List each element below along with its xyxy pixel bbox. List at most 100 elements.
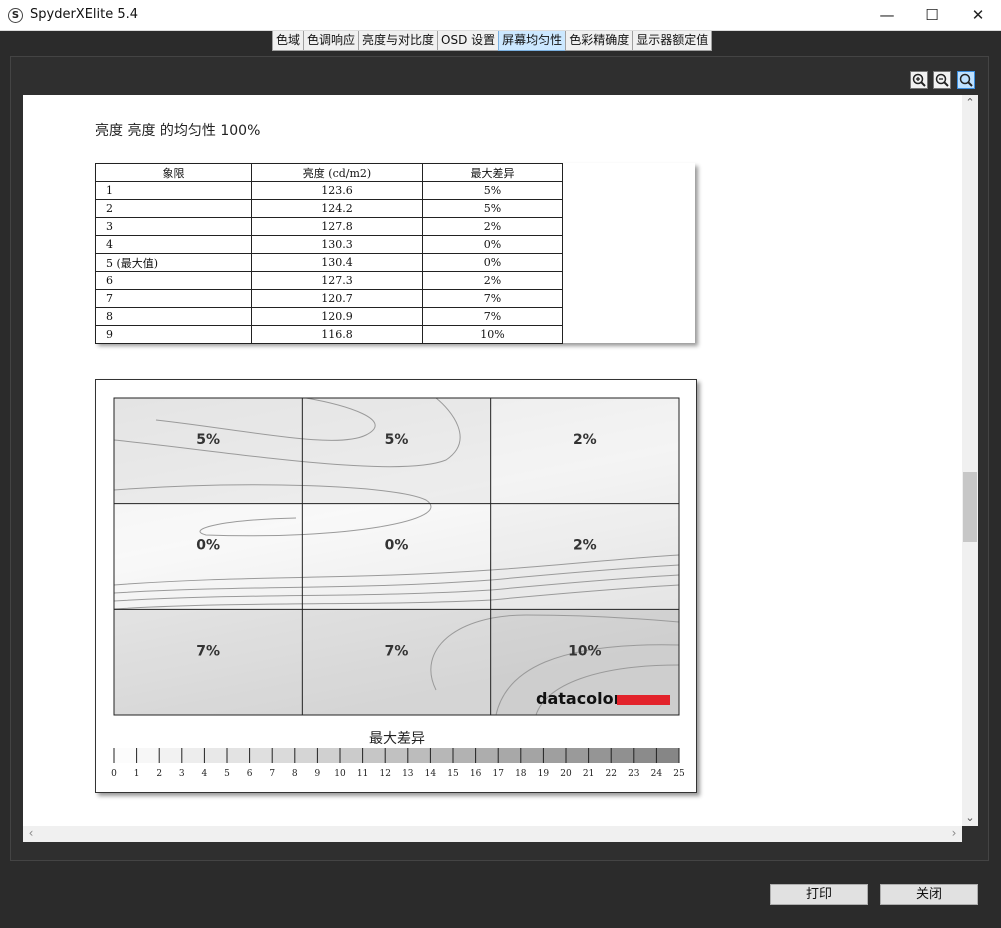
scroll-thumb[interactable] [963, 472, 977, 542]
legend-swatch [633, 748, 657, 763]
tab-screen-uniformity[interactable]: 屏幕均匀性 [498, 31, 567, 51]
cell-max-diff: 5% [422, 181, 563, 200]
tab-bar: 色域 色调响应 亮度与对比度 OSD 设置 屏幕均匀性 色彩精确度 显示器额定值 [272, 31, 713, 51]
uniformity-cell [114, 609, 303, 715]
zoom-fit-icon[interactable] [957, 71, 975, 89]
legend-swatch [227, 748, 250, 763]
legend-tick-label: 0 [111, 769, 117, 779]
legend-swatch [475, 748, 499, 763]
legend-swatch [566, 748, 589, 763]
datacolor-logo-bar [617, 695, 670, 705]
tab-brightness-contrast[interactable]: 亮度与对比度 [358, 31, 439, 51]
legend-tick-label: 5 [224, 769, 230, 779]
cell-luminance: 124.2 [251, 199, 423, 218]
cell-value-label: 10% [568, 643, 602, 659]
zoom-out-icon[interactable] [933, 71, 951, 89]
legend-swatch [181, 748, 205, 763]
vertical-scrollbar[interactable]: ⌃ ⌄ [962, 95, 978, 826]
legend-tick-label: 23 [628, 769, 640, 779]
legend-tick-label: 6 [247, 769, 253, 779]
legend-swatch [453, 748, 476, 763]
legend-swatch [588, 748, 612, 763]
legend-tick-label: 16 [470, 769, 482, 779]
cell-max-diff: 7% [422, 289, 563, 308]
legend-tick-label: 11 [357, 769, 368, 779]
tab-gamut[interactable]: 色域 [272, 31, 305, 51]
legend-swatch [272, 748, 295, 763]
cell-max-diff: 7% [422, 307, 563, 326]
tab-tone-response[interactable]: 色调响应 [303, 31, 360, 51]
legend-swatch [498, 748, 521, 763]
scroll-down-icon[interactable]: ⌄ [962, 810, 978, 826]
table-row: 3 127.8 2% [95, 217, 563, 236]
scroll-right-icon[interactable]: › [946, 826, 962, 842]
cell-quadrant: 4 [95, 235, 252, 254]
cell-value-label: 2% [573, 538, 597, 554]
app-logo-icon: S [8, 8, 23, 23]
cell-max-diff: 0% [422, 253, 563, 272]
horizontal-scrollbar[interactable]: ‹ › [23, 826, 962, 842]
cell-luminance: 130.3 [251, 235, 423, 254]
close-button[interactable]: 关闭 [880, 884, 978, 905]
legend-tick-label: 15 [447, 769, 459, 779]
legend-swatch [430, 748, 453, 763]
cell-quadrant: 8 [95, 307, 252, 326]
table-header-row: 象限 亮度 (cd/m2) 最大差异 [95, 163, 563, 182]
cell-luminance: 130.4 [251, 253, 423, 272]
cell-quadrant: 2 [95, 199, 252, 218]
cell-quadrant: 7 [95, 289, 252, 308]
cell-value-label: 5% [385, 432, 409, 448]
legend-swatch [362, 748, 386, 763]
maximize-button[interactable]: ☐ [909, 0, 955, 31]
legend-swatch [543, 748, 566, 763]
cell-luminance: 120.7 [251, 289, 423, 308]
title-bar: S SpyderXElite 5.4 — ☐ ✕ [0, 0, 1001, 31]
uniformity-cell [302, 609, 491, 715]
cell-max-diff: 5% [422, 199, 563, 218]
tab-color-accuracy[interactable]: 色彩精确度 [565, 31, 634, 51]
close-window-button[interactable]: ✕ [955, 0, 1001, 31]
cell-quadrant: 6 [95, 271, 252, 290]
tab-monitor-rating[interactable]: 显示器额定值 [632, 31, 713, 51]
column-header-quadrant: 象限 [95, 163, 252, 182]
legend-swatch [114, 748, 137, 763]
table-row: 8 120.9 7% [95, 307, 563, 326]
legend-tick-label: 25 [673, 769, 685, 779]
cell-luminance: 120.9 [251, 307, 423, 326]
cell-quadrant: 3 [95, 217, 252, 236]
column-header-max-diff: 最大差异 [422, 163, 563, 182]
uniformity-table-panel: 象限 亮度 (cd/m2) 最大差异 1 123.6 5% 2 124.2 5% 3 127.… [95, 163, 695, 344]
zoom-in-icon[interactable] [910, 71, 928, 89]
print-button[interactable]: 打印 [770, 884, 868, 905]
legend-tick-label: 19 [538, 769, 550, 779]
datacolor-logo: datacolor [536, 689, 622, 708]
legend-tick-label: 4 [202, 769, 208, 779]
legend-swatch [159, 748, 182, 763]
cell-value-label: 7% [385, 643, 409, 659]
cell-luminance: 123.6 [251, 181, 423, 200]
scroll-up-icon[interactable]: ⌃ [962, 95, 978, 111]
legend-swatch [385, 748, 408, 763]
legend-tick-label: 22 [605, 769, 616, 779]
legend-tick-label: 9 [315, 769, 321, 779]
legend-tick-label: 8 [292, 769, 298, 779]
table-row: 4 130.3 0% [95, 235, 563, 254]
legend-tick-label: 14 [425, 769, 437, 779]
cell-max-diff: 2% [422, 271, 563, 290]
minimize-button[interactable]: — [864, 0, 910, 31]
window-title: SpyderXElite 5.4 [30, 7, 139, 22]
cell-value-label: 7% [196, 643, 220, 659]
cell-max-diff: 10% [422, 325, 563, 344]
legend-title: 最大差异 [369, 731, 425, 747]
report-viewer[interactable]: 亮度 亮度 的均匀性 100% 象限 亮度 (cd/m2) 最大差异 1 123.… [23, 95, 962, 826]
table-row: 1 123.6 5% [95, 181, 563, 200]
legend-tick-label: 7 [269, 769, 275, 779]
table-row: 7 120.7 7% [95, 289, 563, 308]
tab-osd-settings[interactable]: OSD 设置 [437, 31, 500, 51]
scroll-left-icon[interactable]: ‹ [23, 826, 39, 842]
legend-tick-label: 21 [583, 769, 594, 779]
legend-tick-label: 18 [515, 769, 527, 779]
legend-tick-label: 20 [560, 769, 572, 779]
column-header-luminance: 亮度 (cd/m2) [251, 163, 423, 182]
legend-swatch [317, 748, 340, 763]
